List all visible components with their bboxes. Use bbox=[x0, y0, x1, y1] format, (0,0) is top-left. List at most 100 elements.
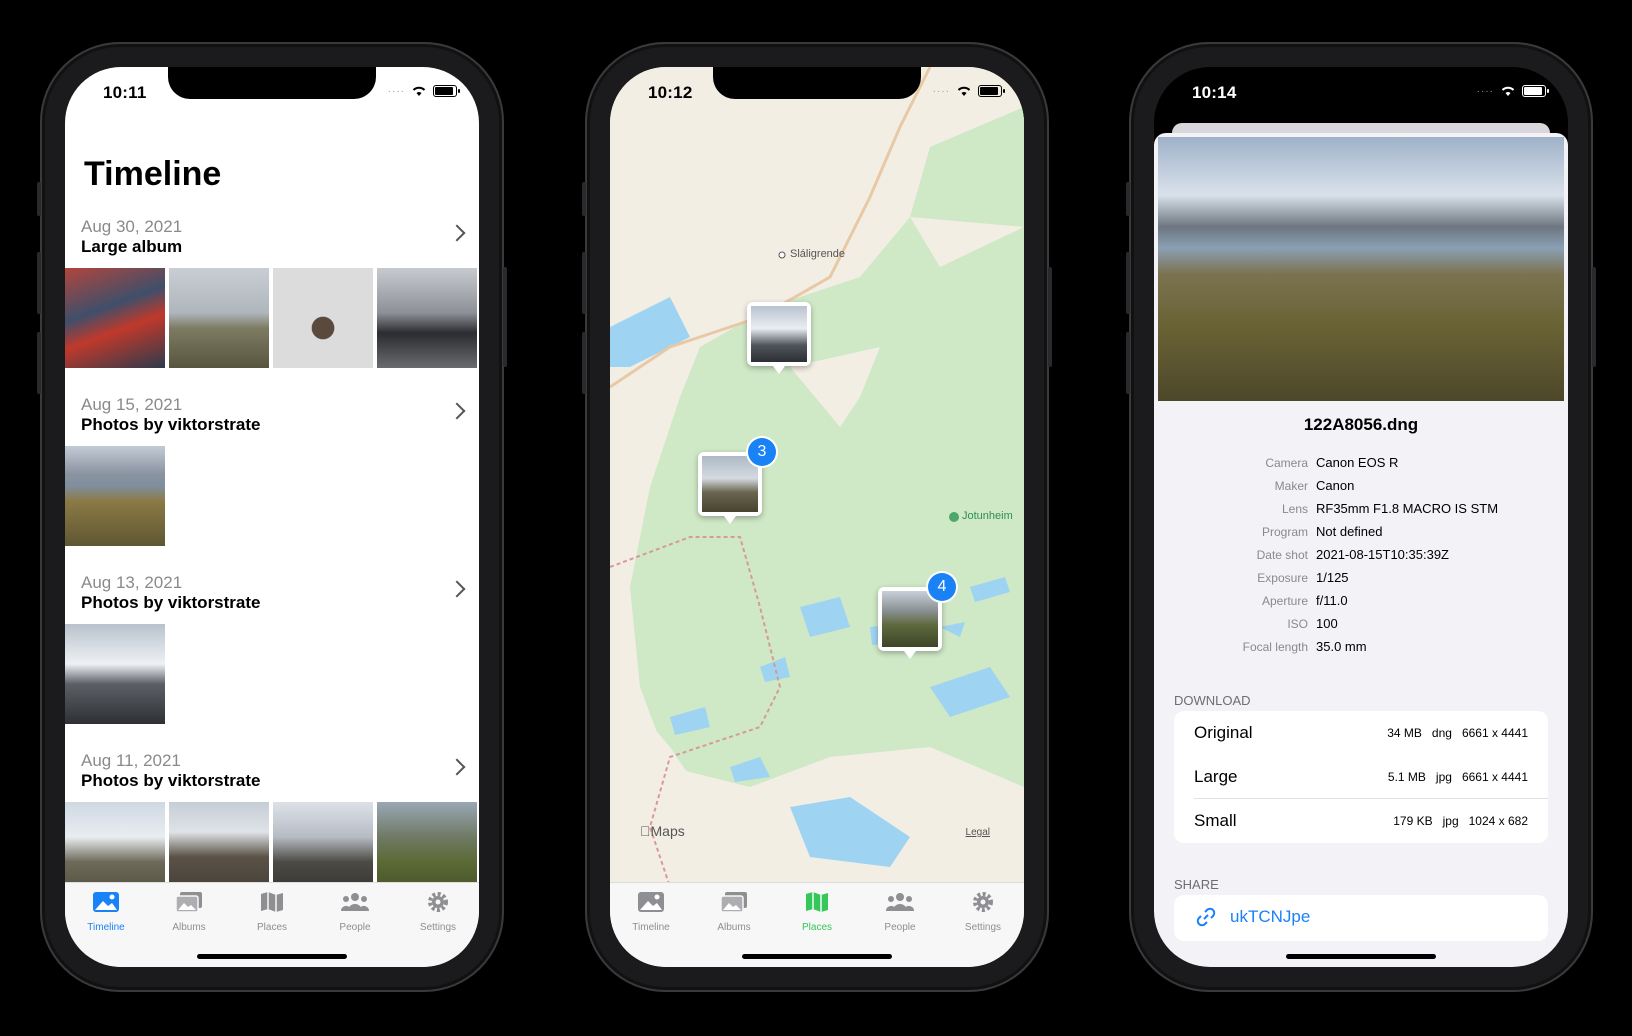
photo-thumbnail[interactable] bbox=[273, 268, 373, 368]
photo-thumbnail[interactable] bbox=[65, 624, 165, 724]
map-icon bbox=[261, 892, 283, 912]
battery-icon bbox=[978, 85, 1005, 97]
chevron-right-icon bbox=[448, 758, 466, 776]
tab-people[interactable]: People bbox=[314, 891, 396, 933]
metadata-row: Camera Canon EOS R bbox=[1265, 455, 1399, 470]
notch bbox=[168, 67, 376, 99]
photo-map-pin[interactable]: 3 bbox=[698, 438, 776, 524]
home-indicator bbox=[742, 954, 892, 959]
people-icon bbox=[341, 893, 369, 911]
timeline-screen: 10:11 ···· Timeline Aug 30, 2021 Large a… bbox=[65, 67, 479, 967]
photo-thumbnail[interactable] bbox=[65, 268, 165, 368]
notch bbox=[713, 67, 921, 99]
legal-link[interactable]: Legal bbox=[966, 827, 990, 838]
wifi-icon bbox=[957, 86, 971, 96]
tab-albums[interactable]: Albums bbox=[693, 891, 775, 933]
map[interactable] bbox=[610, 67, 1024, 887]
photo-thumbnail[interactable] bbox=[377, 268, 477, 368]
section-title: Large album bbox=[81, 237, 183, 256]
section-title: Photos by viktorstrate bbox=[81, 415, 261, 434]
home-indicator bbox=[197, 954, 347, 959]
metadata-row: Lens RF35mm F1.8 MACRO IS STM bbox=[1281, 501, 1499, 516]
albums-icon bbox=[175, 892, 202, 913]
battery-icon bbox=[1522, 85, 1549, 97]
tab-timeline[interactable]: Timeline bbox=[610, 891, 692, 933]
metadata-row: Exposure 1/125 bbox=[1257, 570, 1349, 585]
download-option-small[interactable]: Small 179 KB jpg 1024 x 682 bbox=[1174, 799, 1548, 843]
timeline-section[interactable]: Aug 15, 2021 Photos by viktorstrate bbox=[65, 395, 479, 550]
notch bbox=[1257, 67, 1465, 99]
download-section-header: DOWNLOAD bbox=[1174, 693, 1251, 708]
section-date: Aug 15, 2021 bbox=[81, 395, 183, 414]
tab-places[interactable]: Places bbox=[776, 891, 858, 933]
timeline-section[interactable]: Aug 13, 2021 Photos by viktorstrate bbox=[65, 573, 479, 728]
photo-thumbnail[interactable] bbox=[169, 268, 269, 368]
metadata-row: Program Not defined bbox=[1261, 524, 1383, 539]
tab-albums[interactable]: Albums bbox=[148, 891, 230, 933]
people-icon bbox=[886, 893, 914, 911]
photo-preview[interactable] bbox=[1158, 137, 1564, 401]
download-option-original[interactable]: Original 34 MB dng 6661 x 4441 bbox=[1174, 711, 1548, 755]
wifi-icon bbox=[1501, 86, 1515, 96]
tab-bar: Timeline Albums Places People Settings bbox=[610, 882, 1024, 967]
map-icon bbox=[806, 892, 828, 912]
gear-icon bbox=[428, 892, 448, 912]
phone-timeline: 10:11 ···· Timeline Aug 30, 2021 Large a… bbox=[37, 42, 507, 992]
tab-settings[interactable]: Settings bbox=[397, 891, 479, 933]
section-title: Photos by viktorstrate bbox=[81, 771, 261, 790]
metadata-row: Maker Canon bbox=[1274, 478, 1355, 493]
section-date: Aug 13, 2021 bbox=[81, 573, 183, 592]
photo-map-pin[interactable] bbox=[747, 302, 811, 374]
photo-filename: 122A8056.dng bbox=[1303, 415, 1419, 434]
metadata-row: ISO 100 bbox=[1287, 616, 1338, 631]
metadata-row: Aperture f/11.0 bbox=[1261, 593, 1348, 608]
albums-icon bbox=[720, 892, 747, 913]
chevron-right-icon bbox=[448, 580, 466, 598]
photo-detail-sheet: 122A8056.dng Camera Canon EOS R Maker Cano… bbox=[1154, 133, 1568, 967]
signal-icon: ···· bbox=[1476, 85, 1494, 97]
tab-people[interactable]: People bbox=[859, 891, 941, 933]
chevron-right-icon bbox=[448, 224, 466, 242]
phone-places: 10:12 ···· Sláligrende Jotunheim 3 4 Ma… bbox=[582, 42, 1052, 992]
share-section-header: SHARE bbox=[1174, 877, 1219, 892]
detail-screen: 10:14 ···· 122A8056.dng Camera Canon EOS … bbox=[1154, 67, 1568, 967]
photo-thumbnail[interactable] bbox=[65, 446, 165, 546]
section-title: Photos by viktorstrate bbox=[81, 593, 261, 612]
tab-settings[interactable]: Settings bbox=[942, 891, 1024, 933]
section-date: Aug 11, 2021 bbox=[81, 751, 181, 770]
apple-maps-logo: Maps bbox=[640, 823, 685, 839]
timeline-section[interactable]: Aug 30, 2021 Large album bbox=[65, 217, 479, 372]
metadata-list: Camera Canon EOS R Maker Canon Lens RF35mm … bbox=[1154, 455, 1568, 662]
status-time: 10:11 bbox=[103, 83, 147, 102]
share-link-row[interactable]: ukTCNJpe bbox=[1174, 895, 1548, 941]
phone-detail: 10:14 ···· 122A8056.dng Camera Canon EOS … bbox=[1126, 42, 1596, 992]
photo-map-pin[interactable]: 4 bbox=[878, 573, 956, 659]
metadata-row: Focal length 35.0 mm bbox=[1242, 639, 1367, 654]
cluster-count-badge: 4 bbox=[928, 573, 956, 601]
photo-icon bbox=[93, 892, 119, 912]
status-time: 10:14 bbox=[1192, 83, 1237, 102]
battery-icon bbox=[433, 85, 460, 97]
tab-places[interactable]: Places bbox=[231, 891, 313, 933]
share-link-text[interactable]: ukTCNJpe bbox=[1230, 907, 1310, 927]
metadata-row: Date shot 2021-08-15T10:35:39Z bbox=[1256, 547, 1449, 562]
link-icon bbox=[1196, 907, 1216, 927]
map-poi-label: Jotunheim bbox=[962, 510, 1013, 522]
home-indicator bbox=[1286, 954, 1436, 959]
wifi-icon bbox=[412, 86, 426, 96]
places-screen: 10:12 ···· Sláligrende Jotunheim 3 4 Ma… bbox=[610, 67, 1024, 967]
photo-icon bbox=[638, 892, 664, 912]
signal-icon: ···· bbox=[387, 85, 405, 97]
page-title: Timeline bbox=[84, 155, 222, 193]
map-place-label: Sláligrende bbox=[790, 248, 846, 260]
chevron-right-icon bbox=[448, 402, 466, 420]
cluster-count-badge: 3 bbox=[748, 438, 776, 466]
tab-timeline[interactable]: Timeline bbox=[65, 891, 147, 933]
section-date: Aug 30, 2021 bbox=[81, 217, 183, 236]
gear-icon bbox=[973, 892, 993, 912]
download-list: Original 34 MB dng 6661 x 4441 Large 5.1… bbox=[1174, 711, 1548, 843]
signal-icon: ···· bbox=[932, 85, 950, 97]
tab-bar: Timeline Albums Places People Settings bbox=[65, 882, 479, 967]
status-time: 10:12 bbox=[648, 83, 693, 102]
download-option-large[interactable]: Large 5.1 MB jpg 6661 x 4441 bbox=[1174, 755, 1548, 799]
